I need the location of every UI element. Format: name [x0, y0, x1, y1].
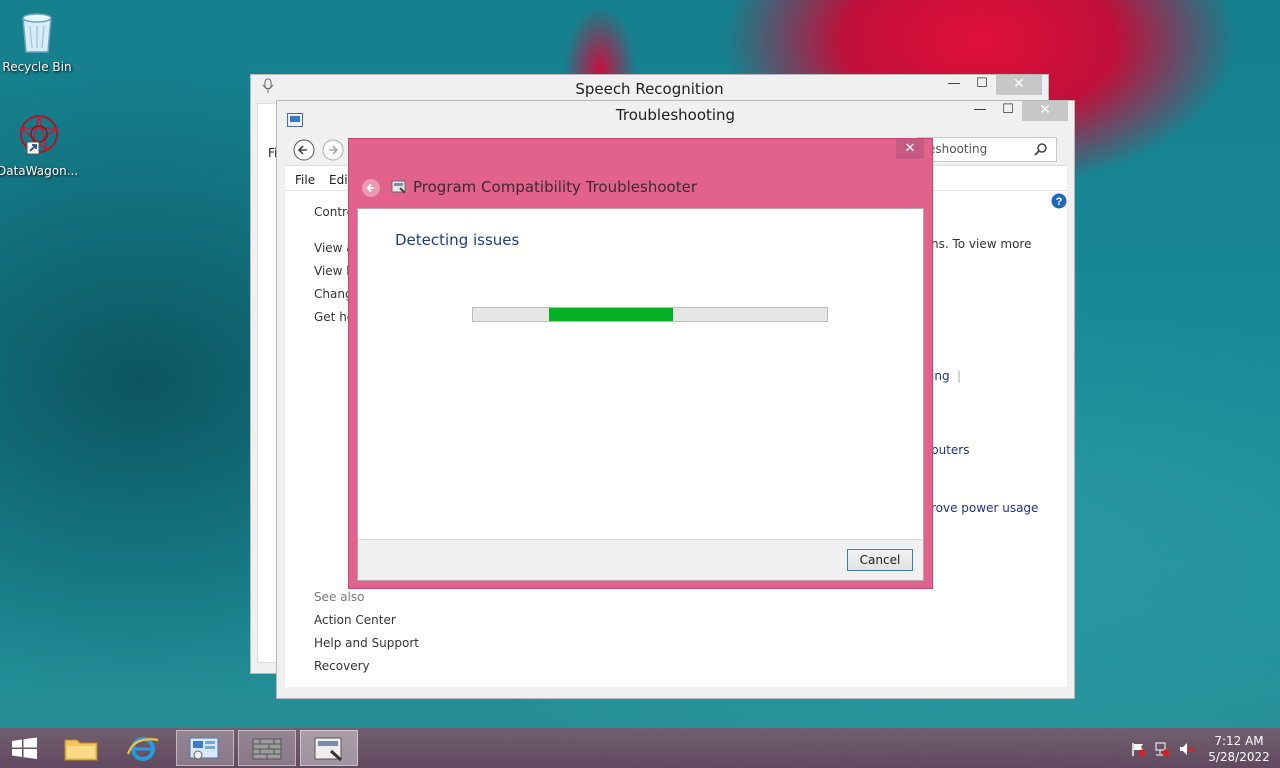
speech-close-button[interactable]: ✕ [996, 75, 1042, 95]
right-link-2[interactable]: rove power usage [931, 501, 1038, 515]
microphone-icon [261, 75, 275, 104]
control-panel-icon [287, 108, 303, 136]
dialog-title: Program Compatibility Troubleshooter [413, 178, 697, 196]
folder-icon [64, 739, 98, 761]
right-link-0[interactable]: ing [931, 369, 950, 383]
speech-window-title: Speech Recognition [575, 80, 724, 98]
see-also-help-and-support[interactable]: Help and Support [314, 636, 419, 650]
speech-maximize-button[interactable]: ☐ [968, 75, 996, 95]
taskbar-file-explorer[interactable] [52, 730, 110, 766]
see-also-action-center[interactable]: Action Center [314, 613, 396, 627]
control-panel-taskbar-icon [189, 737, 219, 760]
see-also-recovery[interactable]: Recovery [314, 659, 370, 673]
brick-wall-icon [252, 738, 282, 760]
menu-file[interactable]: File [295, 173, 315, 187]
datawagon-label: DataWagon... [0, 164, 79, 178]
internet-explorer-icon [126, 737, 159, 761]
right-description-text: ns. To view more [931, 237, 1032, 251]
recycle-bin-icon [15, 8, 59, 56]
help-icon[interactable]: ? [1051, 193, 1067, 212]
link-separator: | [957, 369, 962, 383]
progress-bar [472, 307, 828, 322]
left-link-2[interactable]: Chang [314, 287, 353, 301]
clock-date: 5/28/2022 [1208, 750, 1270, 764]
troubleshooting-maximize-button[interactable]: ☐ [994, 101, 1022, 121]
search-box[interactable]: eshooting [917, 137, 1057, 162]
action-center-flag-icon[interactable] [1130, 741, 1146, 760]
taskbar-internet-explorer[interactable] [114, 730, 172, 766]
compatibility-troubleshooter-dialog[interactable]: ✕ Program Compatibility Troubleshooter D… [348, 138, 933, 589]
taskbar-firewall[interactable] [238, 730, 296, 766]
detecting-issues-heading: Detecting issues [395, 231, 520, 249]
right-link-1[interactable]: puters [931, 443, 970, 457]
troubleshooter-app-icon [391, 179, 407, 198]
back-button[interactable] [293, 139, 315, 164]
system-clock[interactable]: 7:12 AM 5/28/2022 [1204, 733, 1274, 765]
dialog-close-button[interactable]: ✕ [896, 139, 924, 159]
troubleshooting-window-title: Troubleshooting [615, 106, 736, 124]
speech-titlebar[interactable]: Speech Recognition — ☐ ✕ [251, 75, 1048, 103]
forward-button[interactable] [322, 139, 344, 164]
datawagon-icon [15, 112, 60, 160]
search-input[interactable]: eshooting [928, 142, 987, 156]
svg-text:?: ? [1056, 196, 1063, 208]
cancel-button[interactable]: Cancel [847, 549, 913, 571]
see-also-label: See also [314, 590, 365, 604]
troubleshooting-close-button[interactable]: ✕ [1022, 101, 1068, 121]
dialog-content: Detecting issues Cancel [357, 208, 924, 581]
desktop-icon-recycle-bin[interactable]: Recycle Bin [0, 8, 77, 74]
search-icon[interactable] [1034, 142, 1048, 159]
troubleshooting-minimize-button[interactable]: — [966, 101, 994, 121]
start-button[interactable] [0, 730, 50, 766]
dialog-footer: Cancel [358, 539, 923, 580]
speech-minimize-button[interactable]: — [940, 75, 968, 95]
volume-muted-icon[interactable] [1178, 741, 1194, 760]
network-icon[interactable] [1154, 741, 1170, 760]
dialog-back-button[interactable] [361, 178, 381, 201]
troubleshooting-titlebar[interactable]: Troubleshooting — ☐ ✕ [277, 101, 1074, 129]
progress-fill [549, 308, 673, 321]
taskbar-control-panel[interactable] [176, 730, 234, 766]
taskbar-troubleshooter[interactable] [300, 730, 358, 766]
clock-time: 7:12 AM [1214, 734, 1264, 748]
desktop-icon-datawagon[interactable]: DataWagon... [0, 112, 79, 178]
troubleshooter-taskbar-icon [314, 737, 343, 762]
recycle-bin-label: Recycle Bin [2, 60, 72, 74]
taskbar: 7:12 AM 5/28/2022 [0, 728, 1280, 768]
